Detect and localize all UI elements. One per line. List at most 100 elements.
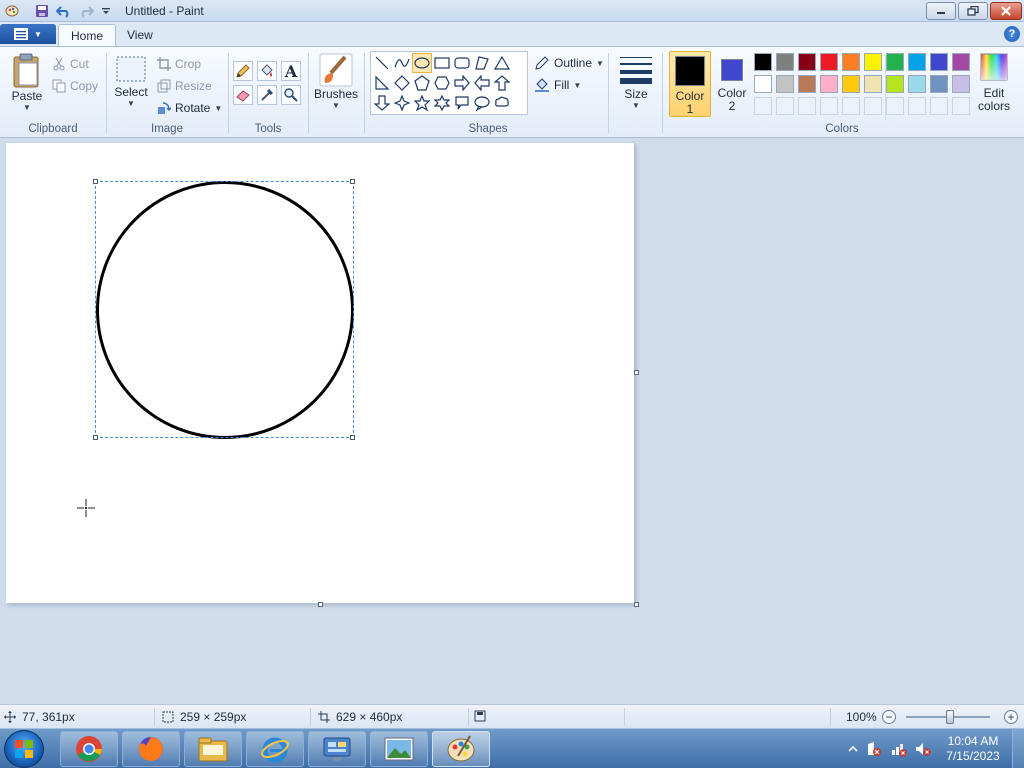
palette-swatch[interactable] — [886, 53, 904, 71]
taskbar-firefox[interactable] — [122, 731, 180, 767]
text-icon[interactable]: A — [281, 61, 301, 81]
palette-swatch[interactable] — [908, 53, 926, 71]
custom-color-slot[interactable] — [864, 97, 882, 115]
copy-button[interactable]: Copy — [52, 79, 98, 93]
shape-right-arrow[interactable] — [452, 73, 472, 93]
tab-view[interactable]: View — [115, 24, 165, 46]
palette-swatch[interactable] — [798, 53, 816, 71]
action-center-alert-icon[interactable] — [866, 741, 882, 757]
palette-swatch[interactable] — [930, 75, 948, 93]
custom-color-slot[interactable] — [754, 97, 772, 115]
custom-color-slot[interactable] — [952, 97, 970, 115]
drawing-workspace[interactable] — [0, 138, 1024, 704]
edit-colors-button[interactable]: Edit colors — [974, 53, 1014, 117]
shape-rectangle[interactable] — [432, 53, 452, 73]
eraser-icon[interactable] — [233, 85, 253, 105]
canvas-resize-handle-bottom[interactable] — [318, 602, 323, 607]
shape-line[interactable] — [372, 53, 392, 73]
palette-swatch[interactable] — [798, 75, 816, 93]
palette-swatch[interactable] — [754, 75, 772, 93]
save-icon[interactable] — [34, 3, 50, 19]
brushes-button[interactable]: Brushes ▼ — [312, 53, 360, 110]
shape-up-arrow[interactable] — [492, 73, 512, 93]
palette-swatch[interactable] — [930, 53, 948, 71]
taskbar-chrome[interactable] — [60, 731, 118, 767]
palette-swatch[interactable] — [886, 75, 904, 93]
fill-button[interactable]: Fill ▼ — [534, 77, 581, 93]
pencil-icon[interactable] — [233, 61, 253, 81]
size-button[interactable]: Size ▼ — [616, 53, 656, 110]
outline-button[interactable]: Outline ▼ — [534, 55, 604, 71]
color-picker-icon[interactable] — [257, 85, 277, 105]
shape-triangle[interactable] — [492, 53, 512, 73]
restore-button[interactable] — [958, 2, 988, 20]
palette-swatch[interactable] — [842, 53, 860, 71]
palette-swatch[interactable] — [776, 75, 794, 93]
color1-selector[interactable]: Color 1 — [669, 51, 711, 117]
palette-swatch[interactable] — [952, 53, 970, 71]
start-button[interactable] — [4, 730, 44, 768]
palette-swatch[interactable] — [864, 75, 882, 93]
taskbar-photo-viewer[interactable] — [370, 731, 428, 767]
selection-handle[interactable] — [93, 435, 98, 440]
shape-right-triangle[interactable] — [372, 73, 392, 93]
magnifier-icon[interactable] — [281, 85, 301, 105]
palette-swatch[interactable] — [820, 53, 838, 71]
shape-rounded-callout[interactable] — [452, 93, 472, 113]
palette-swatch[interactable] — [754, 53, 772, 71]
canvas-resize-handle-right[interactable] — [634, 370, 639, 375]
selection-handle[interactable] — [350, 435, 355, 440]
show-hidden-icons-icon[interactable] — [845, 741, 861, 757]
custom-color-slot[interactable] — [798, 97, 816, 115]
zoom-in-icon[interactable]: + — [1004, 710, 1018, 724]
zoom-out-icon[interactable]: − — [882, 710, 896, 724]
shape-five-point-star[interactable] — [412, 93, 432, 113]
system-clock[interactable]: 10:04 AM 7/15/2023 — [940, 734, 1006, 764]
select-button[interactable]: Select ▼ — [113, 55, 149, 108]
palette-swatch[interactable] — [820, 75, 838, 93]
crop-button[interactable]: Crop — [157, 57, 201, 71]
shape-curve[interactable] — [392, 53, 412, 73]
shape-down-arrow[interactable] — [372, 93, 392, 113]
shape-six-point-star[interactable] — [432, 93, 452, 113]
shape-four-point-star[interactable] — [392, 93, 412, 113]
network-disconnected-icon[interactable] — [891, 741, 907, 757]
custom-color-slot[interactable] — [842, 97, 860, 115]
close-button[interactable] — [990, 2, 1022, 20]
shape-hexagon[interactable] — [432, 73, 452, 93]
custom-color-slot[interactable] — [886, 97, 904, 115]
custom-color-slot[interactable] — [908, 97, 926, 115]
taskbar-control-panel[interactable] — [308, 731, 366, 767]
rotate-button[interactable]: Rotate ▼ — [157, 101, 222, 115]
paint-app-icon[interactable] — [4, 3, 20, 19]
shape-selection-box[interactable] — [95, 181, 354, 438]
custom-color-slot[interactable] — [776, 97, 794, 115]
palette-swatch[interactable] — [776, 53, 794, 71]
selection-handle[interactable] — [350, 179, 355, 184]
resize-button[interactable]: Resize — [157, 79, 212, 93]
canvas-resize-handle-corner[interactable] — [634, 602, 639, 607]
palette-swatch[interactable] — [864, 53, 882, 71]
customize-dropdown-icon[interactable] — [98, 3, 114, 19]
shape-polygon[interactable] — [472, 53, 492, 73]
custom-color-slot[interactable] — [930, 97, 948, 115]
shape-cloud-callout[interactable] — [492, 93, 512, 113]
drawing-canvas[interactable] — [6, 143, 634, 603]
palette-swatch[interactable] — [952, 75, 970, 93]
palette-swatch[interactable] — [842, 75, 860, 93]
shape-left-arrow[interactable] — [472, 73, 492, 93]
shape-rounded-rectangle[interactable] — [452, 53, 472, 73]
tab-home[interactable]: Home — [58, 24, 117, 46]
palette-swatch[interactable] — [908, 75, 926, 93]
help-icon[interactable]: ? — [1004, 26, 1020, 42]
minimize-button[interactable] — [926, 2, 956, 20]
shape-oval[interactable] — [412, 53, 432, 73]
color2-selector[interactable]: Color 2 — [713, 51, 751, 117]
taskbar-internet-explorer[interactable] — [246, 731, 304, 767]
shape-oval-callout[interactable] — [472, 93, 492, 113]
selection-handle[interactable] — [93, 179, 98, 184]
taskbar-file-explorer[interactable] — [184, 731, 242, 767]
taskbar-paint[interactable] — [432, 731, 490, 767]
paste-button[interactable]: Paste ▼ — [8, 53, 46, 112]
custom-color-slot[interactable] — [820, 97, 838, 115]
